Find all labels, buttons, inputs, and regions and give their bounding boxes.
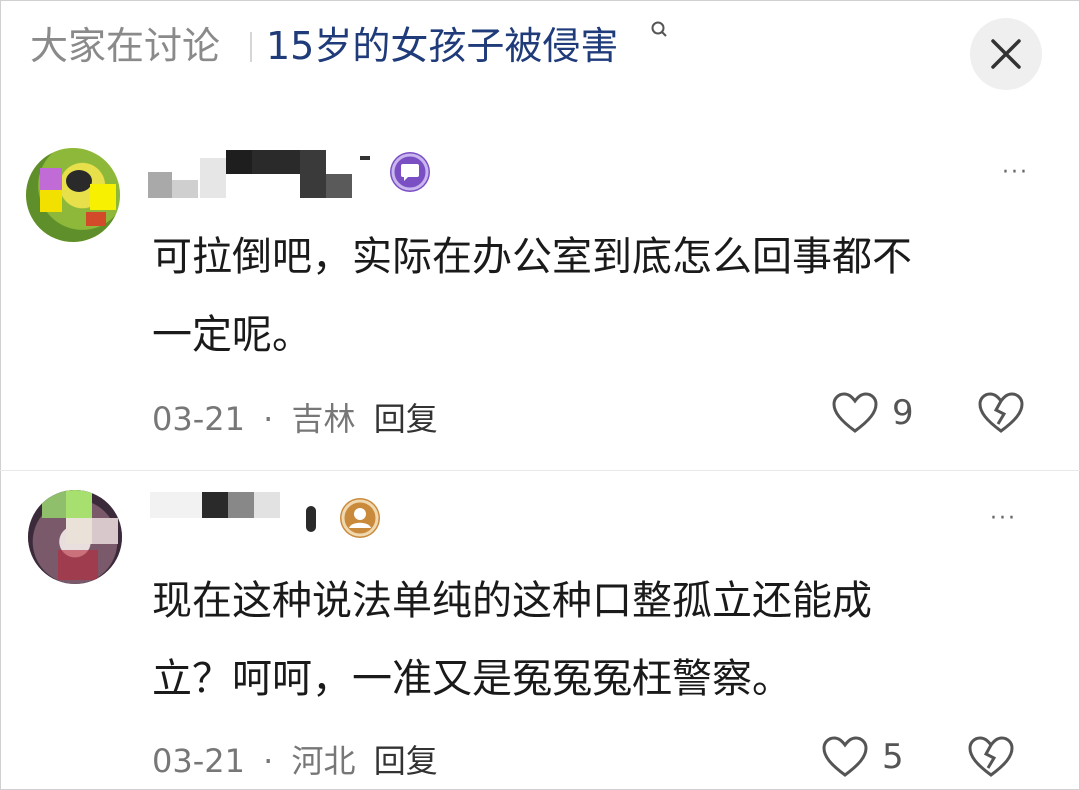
like-button[interactable]: [822, 736, 868, 782]
meta-separator: ·: [263, 742, 274, 780]
user-badge-icon: [340, 498, 380, 538]
username-redacted[interactable]: [150, 492, 330, 544]
comment-meta: 03-21 · 河北 回复: [152, 736, 438, 782]
broken-heart-icon: [968, 736, 1014, 777]
header-divider: [250, 32, 252, 62]
comment-text-line: 一定呢。: [152, 312, 312, 358]
chat-badge-icon: [390, 152, 430, 192]
comment-meta: 03-21 · 吉林 回复: [152, 394, 438, 440]
avatar[interactable]: [26, 148, 120, 242]
search-icon[interactable]: [650, 20, 670, 40]
dislike-button[interactable]: [978, 392, 1024, 438]
topic-link[interactable]: 15岁的女孩子被侵害: [266, 22, 618, 70]
heart-icon: [832, 392, 878, 433]
like-button[interactable]: [832, 392, 878, 438]
heart-icon: [822, 736, 868, 777]
like-count: 9: [892, 393, 914, 433]
comment-divider: [0, 470, 1080, 471]
comment-text-line: 立？呵呵，一准又是冤冤冤枉警察。: [152, 656, 792, 702]
comment-location: 吉林: [291, 400, 356, 438]
avatar[interactable]: [28, 490, 122, 584]
broken-heart-icon: [978, 392, 1024, 433]
username-redacted[interactable]: [148, 150, 370, 202]
more-options-icon[interactable]: ···: [990, 506, 1017, 531]
comment-date: 03-21: [152, 742, 245, 780]
reply-button[interactable]: 回复: [374, 742, 438, 780]
comment-text-line: 现在这种说法单纯的这种口整孤立还能成: [152, 578, 872, 624]
more-options-icon[interactable]: ···: [1002, 160, 1029, 185]
comment-location: 河北: [291, 742, 356, 780]
header-prefix: 大家在讨论: [30, 24, 221, 68]
comment-text-line: 可拉倒吧，实际在办公室到底怎么回事都不: [152, 234, 912, 280]
comment-text: 现在这种说法单纯的这种口整孤立还能成 立？呵呵，一准又是冤冤冤枉警察。: [152, 562, 1022, 718]
meta-separator: ·: [263, 400, 274, 438]
comment-text: 可拉倒吧，实际在办公室到底怎么回事都不 一定呢。: [152, 218, 1022, 374]
close-icon: [991, 39, 1021, 69]
reply-button[interactable]: 回复: [374, 400, 438, 438]
close-button[interactable]: [970, 18, 1042, 90]
discussion-header: 大家在讨论 15岁的女孩子被侵害: [0, 0, 1080, 96]
like-count: 5: [882, 737, 904, 777]
dislike-button[interactable]: [968, 736, 1014, 782]
comment-date: 03-21: [152, 400, 245, 438]
